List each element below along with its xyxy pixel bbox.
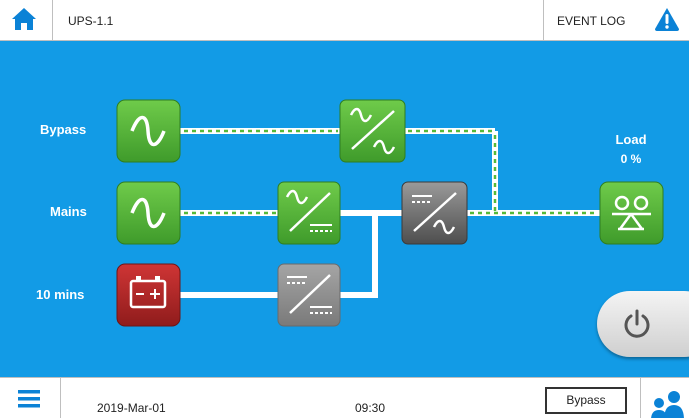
battery-module: [116, 263, 181, 327]
warning-icon: [655, 8, 679, 31]
user-icon: [651, 391, 684, 418]
event-log-button[interactable]: EVENT LOG: [543, 0, 689, 40]
power-button[interactable]: [597, 291, 689, 357]
menu-button[interactable]: [0, 378, 61, 418]
load-title: Load: [615, 132, 647, 147]
device-name: UPS-1.1: [68, 14, 114, 28]
rectifier-module: [277, 181, 341, 245]
power-icon: [624, 309, 650, 338]
mains-label: Mains: [50, 204, 87, 219]
bypass-source-module: [116, 99, 181, 163]
load-value: 0 %: [620, 152, 642, 166]
user-button[interactable]: [640, 378, 689, 418]
time-display: 09:30: [355, 401, 386, 415]
inverter-module: [401, 181, 468, 245]
home-button[interactable]: [0, 0, 53, 40]
operating-mode-badge: Bypass: [545, 387, 627, 414]
menu-icon: [18, 390, 40, 408]
top-bar: UPS-1.1 EVENT LOG: [0, 0, 689, 41]
power-flow-diagram: Bypass Mains 10 mins Load 0 %: [0, 41, 689, 377]
date-display: 2019-Mar-01: [97, 401, 166, 415]
mains-source-module: [116, 181, 181, 245]
battery-converter-module: [277, 263, 341, 327]
static-bypass-module: [339, 99, 406, 163]
status-bar: 2019-Mar-01 09:30 Bypass: [0, 377, 689, 418]
home-icon: [12, 8, 36, 30]
load-module: [599, 181, 664, 245]
bypass-label: Bypass: [40, 122, 87, 137]
event-log-label: EVENT LOG: [557, 14, 626, 28]
battery-runtime-label: 10 mins: [36, 287, 85, 302]
